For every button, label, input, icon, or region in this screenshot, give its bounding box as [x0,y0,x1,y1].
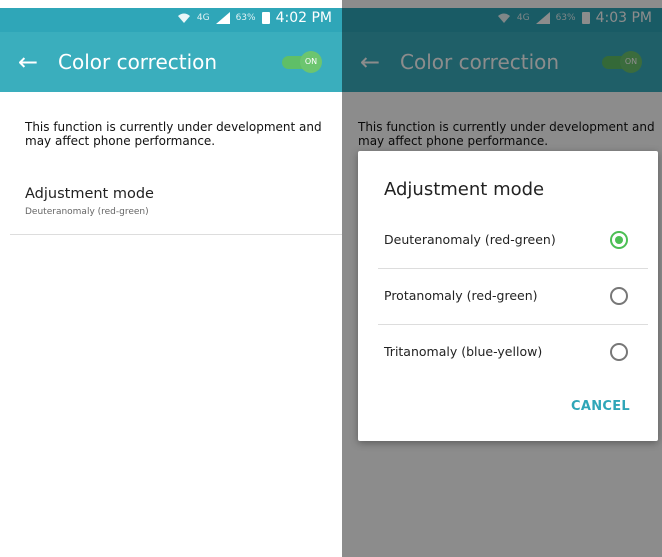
development-warning: This function is currently under develop… [25,120,322,148]
cancel-button[interactable]: CANCEL [571,399,630,414]
network-type-label: 4G [196,13,210,23]
settings-screen: 4G 63% 4:02 PM ← Color correction ON Thi… [0,0,342,557]
clock: 4:02 PM [275,10,332,26]
option-protanomaly[interactable]: Protanomaly (red-green) [378,269,648,325]
color-correction-toggle[interactable]: ON [282,51,322,73]
app-bar: ← Color correction ON [0,32,342,92]
option-tritanomaly[interactable]: Tritanomaly (blue-yellow) [378,325,648,381]
adjustment-mode-title: Adjustment mode [25,186,154,202]
status-bar: 4G 63% 4:02 PM [0,8,342,32]
battery-icon [261,12,270,24]
radio-selected-icon[interactable] [610,231,628,249]
settings-screen-dialog: 4G 63% 4:03 PM ← Color correction ON Thi… [342,0,662,557]
option-deuteranomaly[interactable]: Deuteranomaly (red-green) [378,213,648,269]
toggle-knob: ON [300,51,322,73]
radio-unselected-icon[interactable] [610,287,628,305]
radio-unselected-icon[interactable] [610,343,628,361]
signal-icon [215,12,230,24]
option-label: Deuteranomaly (red-green) [384,232,556,247]
adjustment-mode-value: Deuteranomaly (red-green) [25,207,149,217]
option-label: Tritanomaly (blue-yellow) [384,344,543,359]
settings-content: This function is currently under develop… [0,92,342,557]
wifi-icon [177,12,191,24]
battery-percent: 63% [235,13,256,23]
adjustment-mode-dialog: Adjustment mode Deuteranomaly (red-green… [358,151,658,441]
dialog-title: Adjustment mode [384,179,545,200]
back-arrow-icon[interactable]: ← [18,48,38,76]
option-label: Protanomaly (red-green) [384,288,538,303]
divider [10,234,342,235]
page-title: Color correction [58,50,218,74]
